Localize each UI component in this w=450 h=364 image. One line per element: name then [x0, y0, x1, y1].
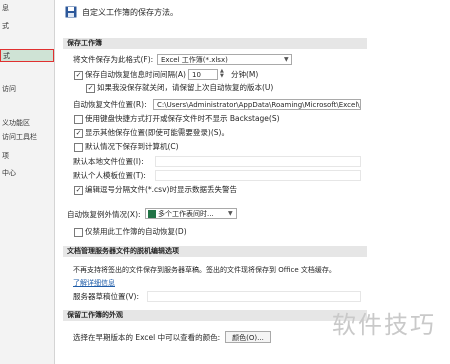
minutes-label: 分钟(M)	[231, 70, 259, 79]
personal-templates-input[interactable]	[155, 170, 361, 181]
disable-autorecover-label: 仅禁用此工作簿的自动恢复(D)	[85, 227, 187, 236]
save-disk-icon	[65, 6, 77, 18]
spinner-arrows-icon[interactable]: ▲ ▼	[220, 69, 224, 79]
sidebar-item-trust-center[interactable]: 中心	[0, 167, 56, 180]
chevron-down-icon: ▼	[228, 210, 233, 217]
options-sidebar: 息 式 式 访问 义功能区 访问工具栏 项 中心	[0, 0, 55, 364]
show-more-locations-label: 显示其他保存位置(即使可能需要登录)(S)。	[85, 128, 229, 137]
format-label: 将文件保存为此格式(F):	[73, 55, 154, 64]
chevron-down-icon: ▼	[284, 56, 289, 63]
excel-workbook-icon	[148, 210, 156, 218]
autorecover-location-label: 自动恢复文件位置(R):	[73, 100, 147, 109]
autorecover-checkbox[interactable]: ✓	[74, 71, 83, 80]
learn-more-link[interactable]: 了解详细信息	[73, 278, 115, 288]
colors-label: 选择在早期版本的 Excel 中可以查看的颜色:	[73, 333, 221, 342]
keep-last-version-checkbox[interactable]: ✓	[86, 84, 95, 93]
show-more-locations-checkbox[interactable]: ✓	[74, 129, 83, 138]
offline-description: 不再支持将签出的文件保存到服务器草稿。签出的文件现将保存到 Office 文档缓…	[73, 266, 336, 274]
keyboard-backstage-label: 使用键盘快捷方式打开或保存文件时不显示 Backstage(S)	[85, 114, 280, 123]
sidebar-item-general[interactable]: 息	[0, 2, 56, 15]
local-location-input[interactable]	[155, 156, 361, 167]
exceptions-workbook-select[interactable]: 多个工作表间时...	[145, 208, 237, 219]
watermark: 软件技巧	[332, 311, 436, 339]
autorecover-minutes-input[interactable]: 10	[188, 69, 218, 80]
page-title: 自定义工作簿的保存方法。	[82, 8, 178, 17]
local-location-label: 默认本地文件位置(I):	[73, 157, 144, 166]
personal-templates-label: 默认个人模板位置(T):	[73, 171, 146, 180]
sidebar-item-save[interactable]: 式	[0, 49, 54, 62]
sidebar-item-formulas[interactable]: 式	[0, 20, 56, 33]
default-computer-checkbox[interactable]	[74, 143, 83, 152]
keyboard-backstage-checkbox[interactable]	[74, 115, 83, 124]
autorecover-location-input[interactable]: C:\Users\Administrator\AppData\Roaming\M…	[153, 99, 361, 110]
server-drafts-input[interactable]	[147, 291, 361, 302]
exceptions-label: 自动恢复例外情况(X):	[67, 210, 141, 219]
appearance-section-header: 保留工作簿的外观	[63, 310, 367, 321]
autorecover-label: 保存自动恢复信息时间间隔(A)	[85, 70, 186, 79]
disable-autorecover-checkbox[interactable]	[74, 228, 83, 237]
sidebar-item-quick-access[interactable]: 访问工具栏	[0, 131, 56, 144]
offline-section-header: 文档管理服务器文件的脱机编辑选项	[63, 246, 367, 257]
server-drafts-label: 服务器草稿位置(V):	[73, 292, 140, 301]
save-section-header: 保存工作簿	[63, 38, 367, 49]
sidebar-item-addins[interactable]: 项	[0, 150, 56, 163]
keep-last-version-label: 如果我没保存就关闭，请保留上次自动恢复的版本(U)	[97, 83, 274, 92]
default-computer-label: 默认情况下保存到计算机(C)	[85, 142, 179, 151]
format-select[interactable]: Excel 工作簿(*.xlsx)	[157, 54, 292, 65]
sidebar-item-accessibility[interactable]: 访问	[0, 83, 56, 96]
colors-button[interactable]: 颜色(O)...	[225, 331, 271, 343]
csv-warning-label: 编辑逗号分隔文件(*.csv)时显示数据丢失警告	[85, 185, 237, 194]
csv-warning-checkbox[interactable]: ✓	[74, 186, 83, 195]
sidebar-item-customize-ribbon[interactable]: 义功能区	[0, 117, 56, 130]
